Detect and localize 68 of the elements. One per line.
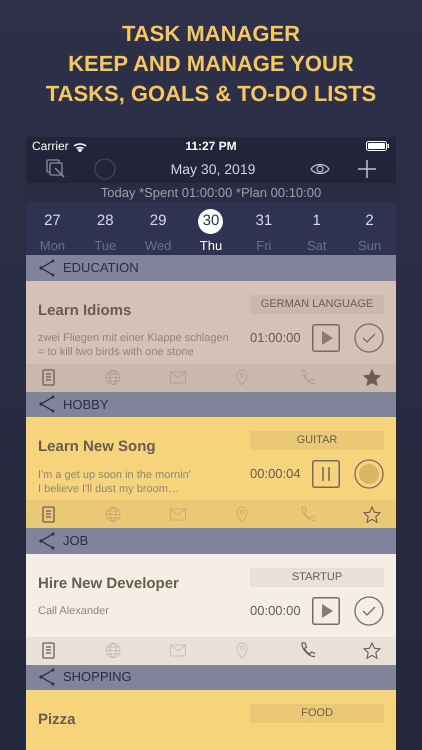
star-icon[interactable] — [362, 642, 381, 659]
check-button[interactable] — [354, 322, 384, 353]
clock-text: 11:27 PM — [185, 138, 237, 155]
category-tag: FOOD — [250, 704, 384, 723]
record-button[interactable] — [354, 459, 384, 490]
note-icon[interactable] — [41, 369, 57, 386]
headline-text: TASKS, GOALS & TO-DO LISTS — [46, 80, 376, 108]
weekday-text: Sat — [306, 236, 326, 255]
weekday-text: Mon — [40, 236, 66, 255]
day-number[interactable]: 2 — [357, 208, 382, 234]
weekday-text: Wed — [144, 236, 172, 255]
share-icon[interactable] — [38, 668, 55, 686]
copy-icon[interactable] — [46, 159, 66, 180]
task-note: zwei Fliegen mit einer Klappe schlagen — [38, 331, 230, 346]
weekday-text: Tue — [94, 236, 116, 255]
star-icon[interactable] — [362, 506, 381, 523]
task-card[interactable]: Learn Idioms zwei Fliegen mit einer Klappe schlagen = to kill two birds with one stone GERMAN LANGUAGE 01:00:00 — [26, 280, 396, 392]
date-text: May 30, 2019 — [170, 160, 256, 179]
timer-text: 00:00:04 — [250, 465, 302, 484]
circle-icon[interactable] — [94, 158, 116, 180]
share-icon[interactable] — [38, 395, 55, 414]
task-note: I believe I'll dust my broom… — [38, 482, 180, 496]
share-icon[interactable] — [38, 532, 55, 550]
task-card[interactable]: Learn New Song I'm a get up soon in the mornin' I believe I'll dust my broom… GUITAR 00:00:04 — [26, 417, 396, 528]
pause-button[interactable] — [312, 460, 340, 488]
task-title: Pizza — [38, 710, 77, 730]
task-note: = to kill two birds with one stone — [38, 345, 195, 360]
category-tag: GUITAR — [250, 431, 384, 450]
task-note: Call Alexander — [38, 604, 110, 618]
group-header[interactable]: SHOPPING — [26, 664, 396, 690]
headline-text: TASK MANAGER — [122, 20, 300, 48]
wifi-icon — [72, 140, 87, 152]
task-title: Learn New Song — [38, 437, 157, 458]
timer-text: 01:00:00 — [250, 328, 302, 347]
day-number[interactable]: 29 — [146, 208, 171, 234]
task-card[interactable]: Hire New Developer Call Alexander STARTUP 00:00:00 — [26, 554, 396, 664]
summary-text: Today *Spent 01:00:00 *Plan 00:10:00 — [100, 184, 322, 202]
day-number[interactable]: 28 — [92, 208, 118, 234]
day-number[interactable]: 30 — [198, 208, 224, 234]
play-button[interactable] — [312, 324, 340, 352]
check-button[interactable] — [354, 596, 384, 626]
weekday-text: Fri — [256, 236, 272, 255]
group-header[interactable]: JOB — [26, 528, 396, 554]
category-tag: STARTUP — [250, 568, 384, 586]
battery-icon — [366, 141, 390, 151]
day-number[interactable]: 27 — [40, 208, 65, 234]
carrier-text: Carrier — [32, 138, 69, 155]
star-icon[interactable] — [362, 369, 381, 386]
task-title: Hire New Developer — [38, 574, 180, 594]
timer-text: 00:00:00 — [250, 602, 302, 620]
day-number[interactable]: 1 — [304, 208, 330, 234]
note-icon[interactable] — [41, 642, 57, 659]
headline-text: KEEP AND MANAGE YOUR — [68, 50, 354, 78]
weekday-text: Thu — [200, 236, 222, 255]
task-note: I'm a get up soon in the mornin' — [38, 468, 192, 482]
note-icon[interactable] — [41, 506, 57, 523]
day-number[interactable]: 31 — [251, 208, 276, 234]
phone-icon[interactable] — [298, 642, 315, 659]
share-icon[interactable] — [38, 258, 55, 277]
weekday-text: Sun — [358, 236, 382, 255]
add-icon[interactable] — [358, 160, 376, 178]
eye-icon[interactable] — [310, 162, 330, 176]
task-card[interactable]: Pizza FOOD — [26, 690, 396, 750]
group-header[interactable]: EDUCATION — [26, 255, 396, 281]
task-title: Learn Idioms — [38, 300, 132, 321]
play-button[interactable] — [312, 596, 340, 624]
group-header[interactable]: HOBBY — [26, 392, 396, 418]
category-tag: GERMAN LANGUAGE — [250, 294, 384, 314]
